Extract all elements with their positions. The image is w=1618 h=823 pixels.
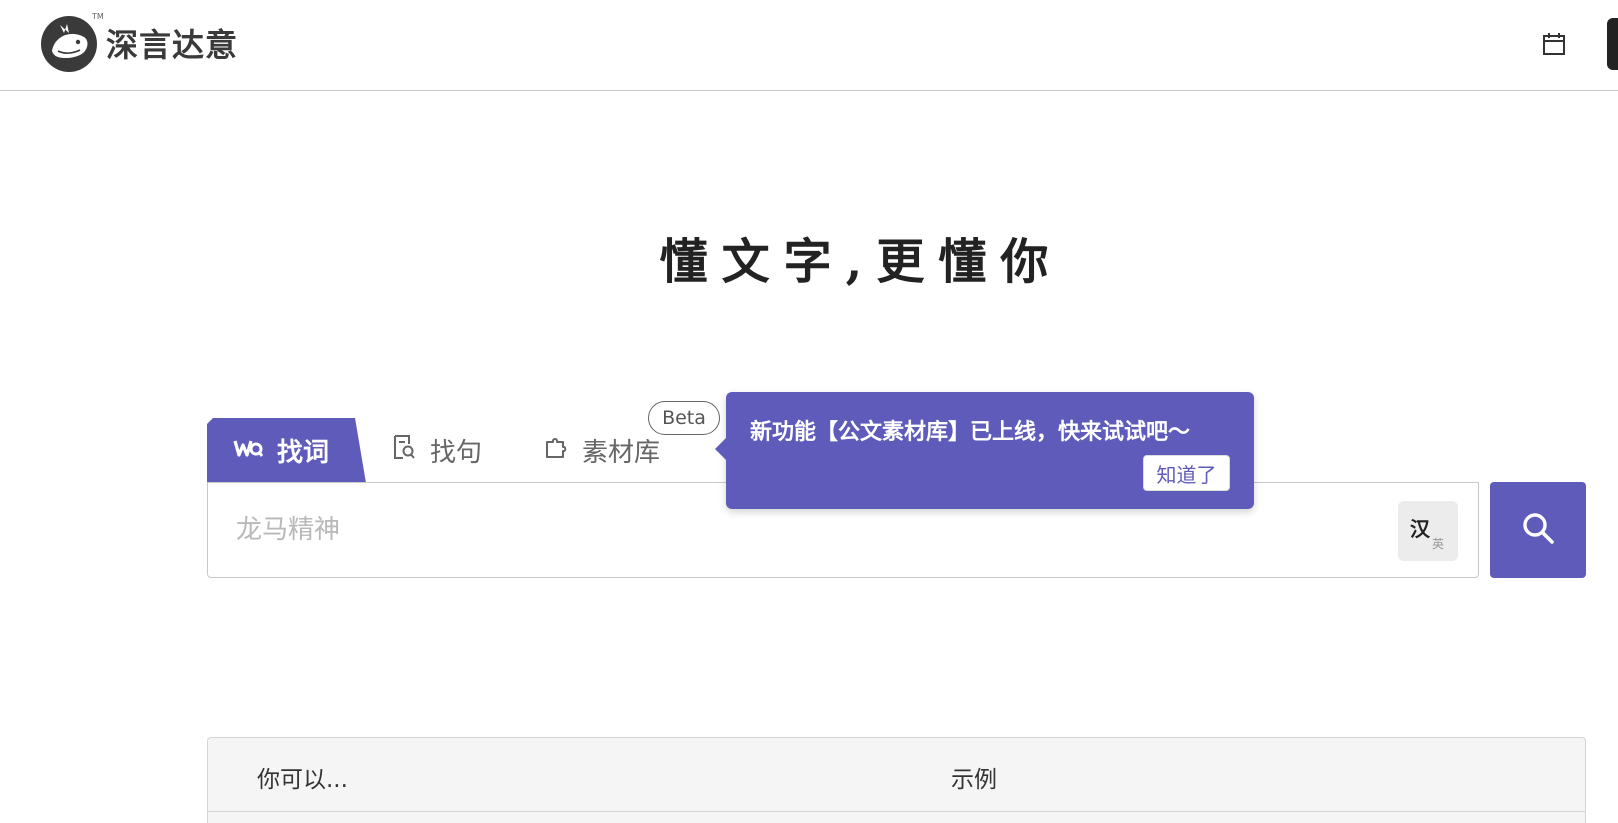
feature-tooltip: 新功能【公文素材库】已上线，快来试试吧～ 知道了 bbox=[715, 392, 1254, 509]
usage-table: 你可以... 示例 bbox=[207, 737, 1586, 823]
tab-material-library[interactable]: 素材库 bbox=[544, 428, 660, 472]
tab-find-word[interactable]: 找词 bbox=[207, 418, 366, 483]
user-menu-button[interactable] bbox=[1607, 18, 1618, 70]
brand-name[interactable]: 深言达意 bbox=[106, 20, 238, 66]
table-header: 你可以... 示例 bbox=[208, 738, 1585, 812]
document-search-icon bbox=[392, 434, 416, 467]
tab-find-word-label: 找词 bbox=[277, 438, 330, 468]
lang-primary: 汉 bbox=[1410, 517, 1430, 541]
beta-badge: Beta bbox=[648, 401, 720, 435]
lang-secondary: 英 bbox=[1432, 537, 1445, 551]
wq-icon bbox=[233, 437, 264, 465]
page-slogan: 懂文字,更懂你 bbox=[659, 234, 1063, 290]
tooltip-message: 新功能【公文素材库】已上线，快来试试吧～ bbox=[750, 420, 1191, 445]
puzzle-icon bbox=[544, 434, 568, 467]
top-bar: TM 深言达意 bbox=[0, 0, 1618, 91]
table-header-cell: 你可以... bbox=[257, 767, 348, 793]
search-icon bbox=[1521, 511, 1555, 549]
tab-find-sentence-label: 找句 bbox=[430, 437, 483, 468]
tab-material-library-label: 素材库 bbox=[582, 437, 661, 468]
trademark-mark: TM bbox=[92, 12, 104, 21]
tab-find-sentence[interactable]: 找句 bbox=[392, 428, 482, 472]
tooltip-dismiss-button[interactable]: 知道了 bbox=[1143, 455, 1230, 491]
calendar-icon[interactable] bbox=[1540, 30, 1568, 58]
whale-logo-icon[interactable] bbox=[40, 15, 98, 73]
table-header-cell: 示例 bbox=[951, 767, 997, 793]
language-toggle-button[interactable]: 汉 英 bbox=[1398, 501, 1458, 561]
search-button[interactable] bbox=[1490, 482, 1586, 578]
